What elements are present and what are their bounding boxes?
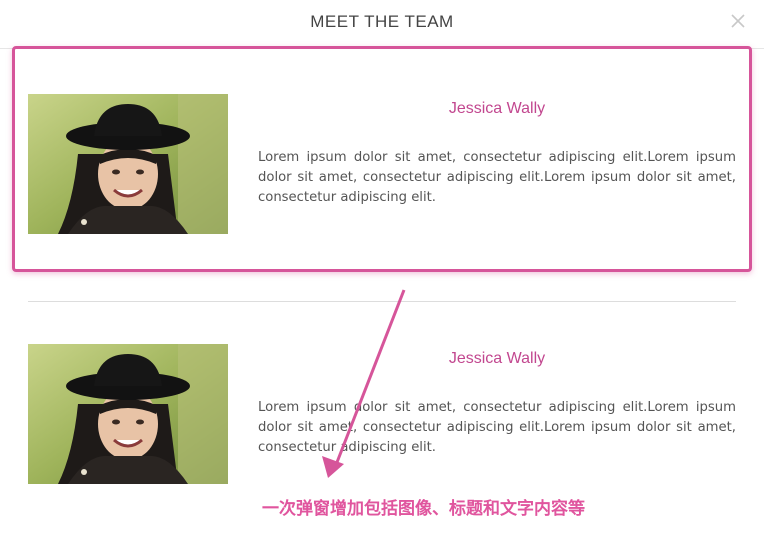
annotation-arrow-icon bbox=[322, 289, 406, 478]
annotation-text: 一次弹窗增加包括图像、标题和文字内容等 bbox=[262, 499, 585, 519]
